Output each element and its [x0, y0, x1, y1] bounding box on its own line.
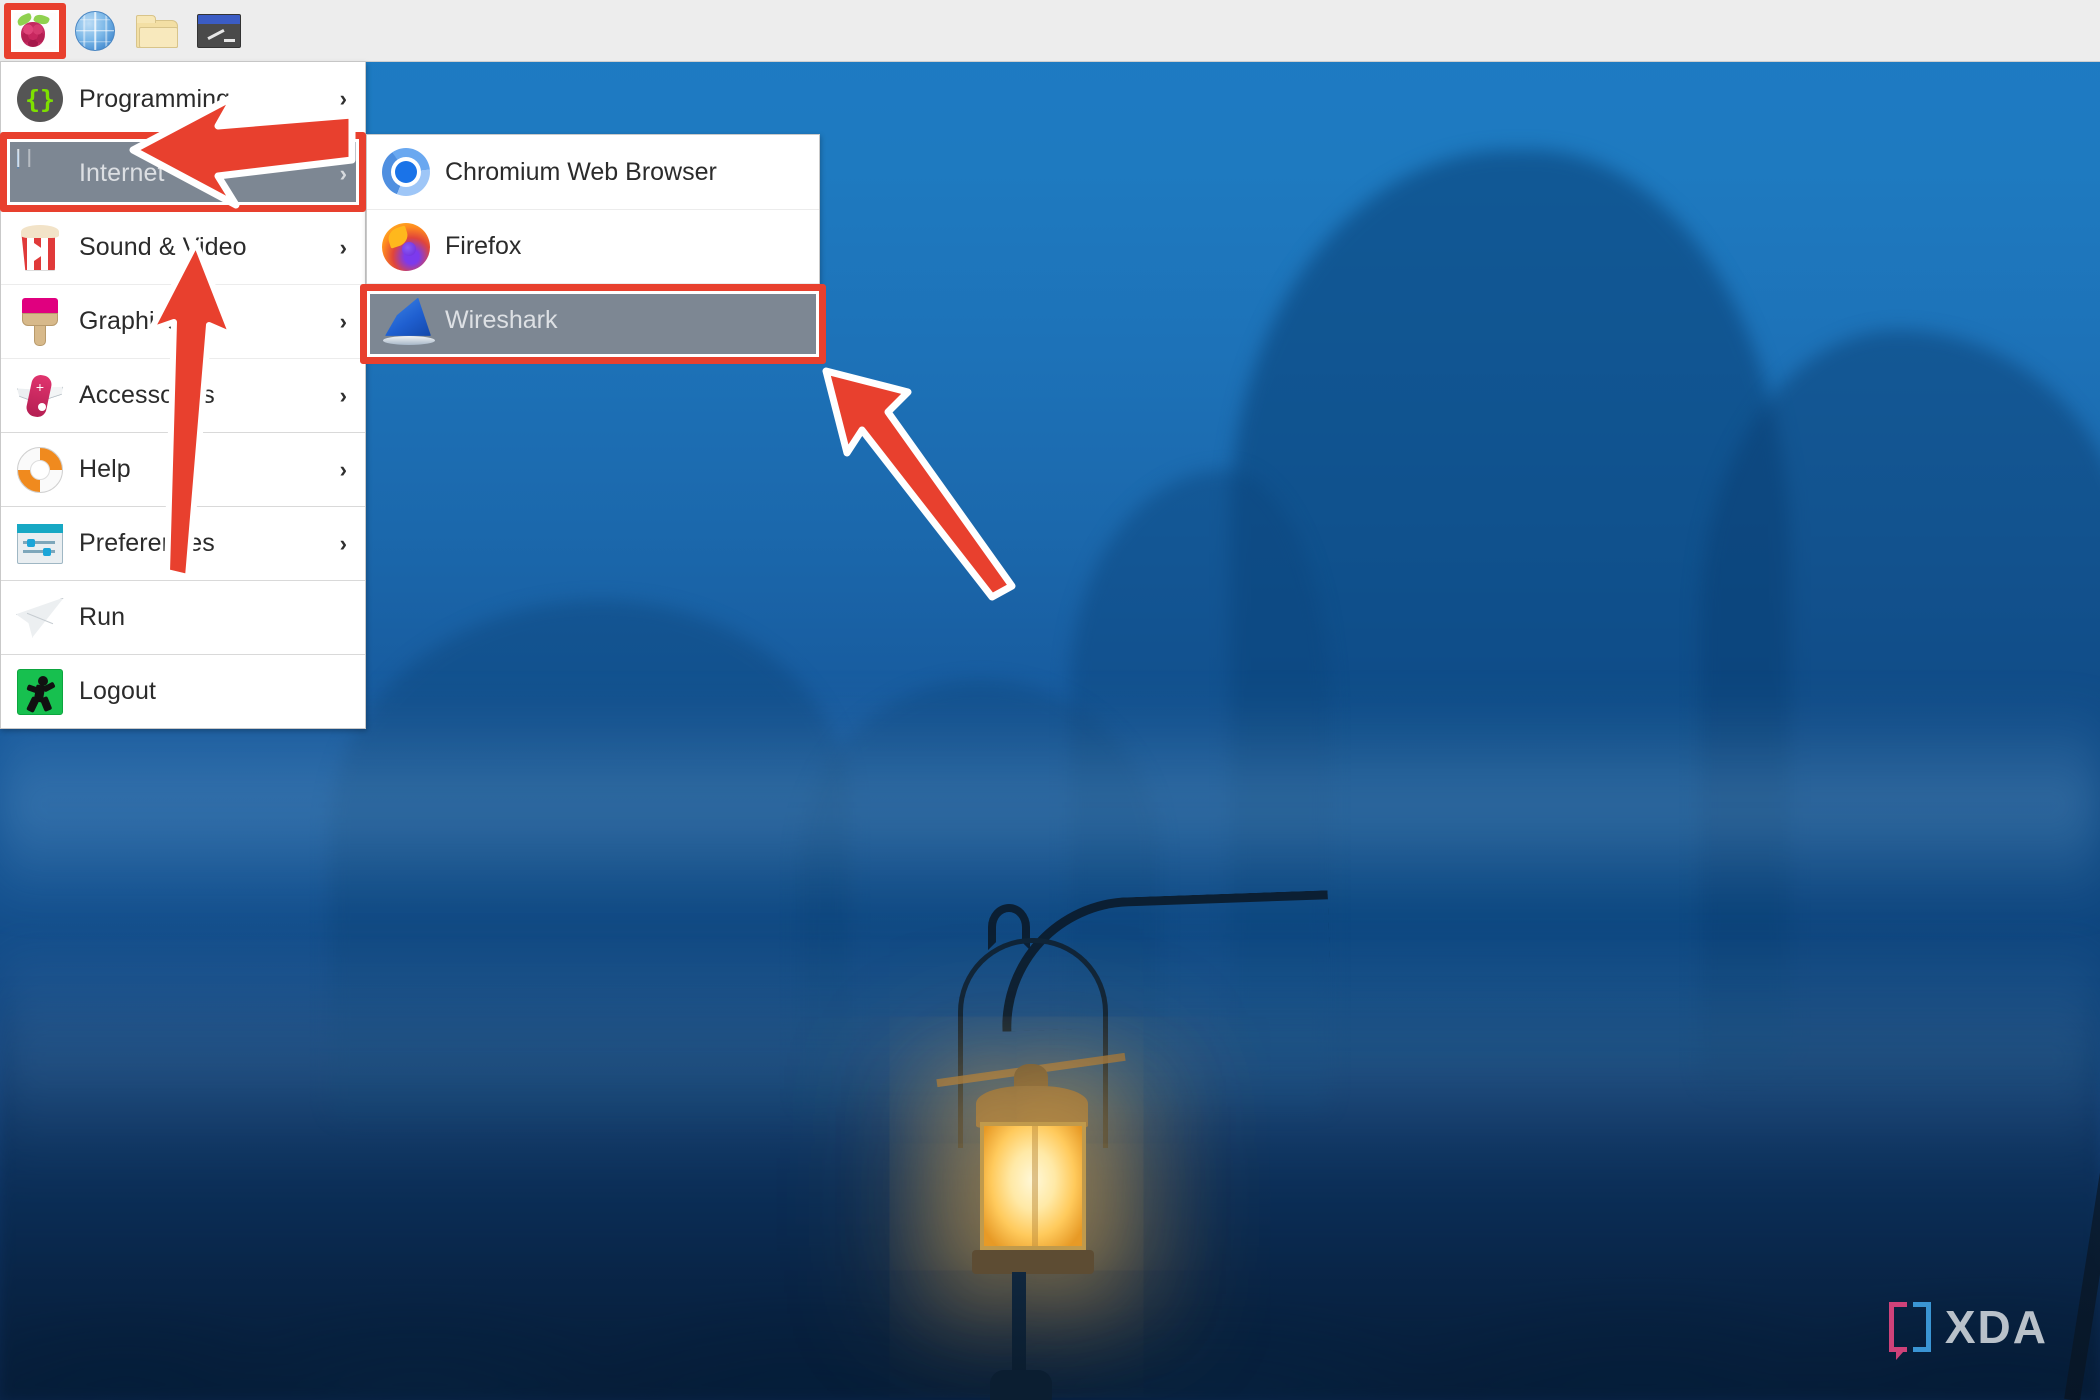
submenu-item-label: Firefox [445, 232, 522, 260]
menu-item-run[interactable]: Run [1, 580, 365, 654]
xda-watermark: XDA [1888, 1300, 2048, 1360]
xda-bracket-icon [1888, 1302, 1931, 1360]
swiss-knife-icon: + [15, 371, 65, 421]
braces-icon: {} [15, 74, 65, 124]
exit-runner-icon [15, 667, 65, 717]
menu-button[interactable] [2, 2, 64, 60]
submenu-item-firefox[interactable]: Firefox [367, 209, 819, 283]
wireshark-icon [381, 296, 435, 346]
chevron-right-icon: › [339, 382, 347, 408]
folder-icon [136, 14, 178, 48]
submenu-item-chromium-web-browser[interactable]: Chromium Web Browser [367, 135, 819, 209]
chevron-right-icon: › [339, 86, 347, 111]
menu-item-help[interactable]: Help › [1, 432, 365, 506]
lantern-stem [1012, 1272, 1026, 1382]
menu-item-label: Preferences [79, 529, 215, 557]
submenu-item-label: Wireshark [445, 306, 558, 334]
paper-plane-icon [15, 593, 65, 643]
chromium-icon [381, 147, 431, 197]
menu-item-label: Graphics [79, 307, 180, 335]
mist-band [0, 700, 2100, 910]
menu-item-sound-and-video[interactable]: Sound & Video › [1, 210, 365, 284]
chevron-right-icon: › [339, 530, 347, 556]
lifebuoy-icon [15, 445, 65, 495]
chevron-right-icon: › [339, 234, 347, 260]
lantern [936, 890, 1400, 1400]
chevron-right-icon: › [339, 308, 347, 334]
popcorn-icon [15, 223, 65, 273]
paintbrush-icon [15, 297, 65, 347]
menu-item-label: Internet [79, 159, 165, 187]
taskbar [0, 0, 2100, 62]
menu-item-label: Logout [79, 677, 157, 705]
submenu-item-label: Chromium Web Browser [445, 157, 717, 186]
lantern-glass [980, 1122, 1086, 1250]
menu-item-programming[interactable]: {} Programming › [1, 62, 365, 136]
internet-submenu: Chromium Web Browser Firefox Wireshark [366, 134, 820, 358]
globe-icon [15, 149, 65, 199]
raspberry-icon [7, 7, 59, 54]
terminal-icon [197, 13, 241, 48]
menu-item-logout[interactable]: Logout [1, 654, 365, 728]
xda-text: XDA [1944, 1301, 2048, 1353]
lantern-body [970, 1064, 1096, 1400]
menu-item-label: Run [79, 603, 126, 631]
web-browser-launcher[interactable] [64, 2, 126, 60]
submenu-item-wireshark[interactable]: Wireshark [367, 283, 819, 357]
chevron-right-icon: › [339, 456, 347, 482]
chevron-right-icon: › [339, 160, 347, 186]
firefox-icon [381, 222, 431, 272]
menu-item-label: Help [79, 455, 131, 483]
application-menu: {} Programming › Internet › Sound & Vide… [0, 62, 366, 729]
menu-item-preferences[interactable]: Preferences › [1, 506, 365, 580]
menu-item-label: Accessories [79, 381, 215, 409]
lantern-mount [990, 1370, 1052, 1400]
menu-item-label: Sound & Video [79, 233, 247, 261]
menu-item-graphics[interactable]: Graphics › [1, 284, 365, 358]
lantern-base [972, 1250, 1094, 1274]
file-manager-launcher[interactable] [126, 2, 188, 60]
menu-item-label: Programming [79, 84, 231, 113]
menu-item-accessories[interactable]: + Accessories › [1, 358, 365, 432]
sliders-icon [15, 519, 65, 569]
globe-icon [75, 10, 115, 51]
terminal-launcher[interactable] [188, 2, 250, 60]
menu-item-internet[interactable]: Internet › [1, 136, 365, 210]
